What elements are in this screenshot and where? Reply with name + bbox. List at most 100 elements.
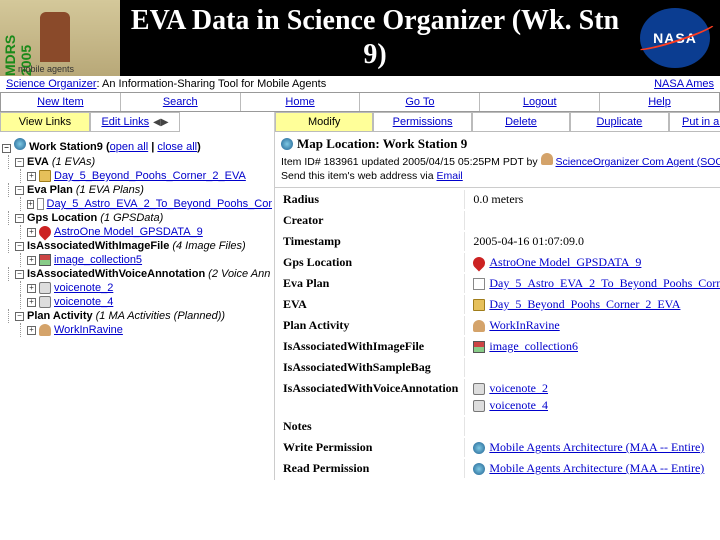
astronaut-figure-icon <box>40 12 70 62</box>
expand-icon[interactable]: + <box>27 228 36 237</box>
prop-value: Mobile Agents Architecture (MAA -- Entir… <box>467 459 720 478</box>
expand-icon[interactable]: + <box>27 200 34 209</box>
tree-group-isassociatedwithvoiceannotation[interactable]: −IsAssociatedWithVoiceAnnotation (2 Voic… <box>8 267 272 281</box>
tree-item[interactable]: +voicenote_2 <box>20 281 272 295</box>
action-permissions[interactable]: Permissions <box>373 112 471 132</box>
collapse-icon[interactable]: − <box>15 242 24 251</box>
agent-icon <box>541 153 553 165</box>
table-row: Plan ActivityWorkInRavine <box>277 316 720 335</box>
collapse-icon[interactable]: − <box>15 186 24 195</box>
prop-value <box>467 211 720 230</box>
tree-item[interactable]: +Day_5_Astro_EVA_2_To_Beyond_Poohs_Cor <box>20 197 272 211</box>
top-nav: New ItemSearchHomeGo ToLogoutHelp <box>0 92 720 112</box>
tree-group-eva[interactable]: −EVA (1 EVAs) <box>8 155 272 169</box>
nav-help[interactable]: Help <box>600 93 719 111</box>
prop-value: Day_5_Beyond_Poohs_Corner_2_EVA <box>467 295 720 314</box>
nasa-logo: NASA <box>630 0 720 76</box>
doc-icon <box>473 278 485 290</box>
prop-key: IsAssociatedWithImageFile <box>277 337 465 356</box>
value-link[interactable]: Day_5_Beyond_Poohs_Corner_2_EVA <box>489 297 680 312</box>
prop-value: voicenote_2 voicenote_4 <box>467 379 720 415</box>
app-desc: : An Information-Sharing Tool for Mobile… <box>97 78 327 90</box>
close-all-link[interactable]: close all <box>157 141 197 153</box>
person-icon <box>39 324 51 336</box>
table-row: Creator <box>277 211 720 230</box>
edit-links-button[interactable]: Edit Links◀▶ <box>90 112 180 132</box>
tree-item[interactable]: +Day_5_Beyond_Poohs_Corner_2_EVA <box>20 169 272 183</box>
nav-logout[interactable]: Logout <box>480 93 600 111</box>
expand-icon[interactable]: + <box>27 284 36 293</box>
table-row: IsAssociatedWithVoiceAnnotationvoicenote… <box>277 379 720 415</box>
prop-key: Read Permission <box>277 459 465 478</box>
img-icon <box>473 341 485 353</box>
tree-group-plan-activity[interactable]: −Plan Activity (1 MA Activities (Planned… <box>8 309 272 323</box>
collapse-icon[interactable]: − <box>15 312 24 321</box>
tree-group-isassociatedwithimagefile[interactable]: −IsAssociatedWithImageFile (4 Image File… <box>8 239 272 253</box>
collapse-icon[interactable]: − <box>15 158 24 167</box>
prop-value <box>467 417 720 436</box>
table-row: Eva PlanDay_5_Astro_EVA_2_To_Beyond_Pooh… <box>277 274 720 293</box>
nasa-ames-link[interactable]: NASA Ames <box>654 78 714 90</box>
nasa-swoosh-icon <box>634 17 718 54</box>
prop-key: Write Permission <box>277 438 465 457</box>
action-put-in-a-folder[interactable]: Put in a Folder <box>669 112 720 132</box>
tree-item[interactable]: +WorkInRavine <box>20 323 272 337</box>
table-row: Timestamp2005-04-16 01:07:09.0 <box>277 232 720 251</box>
tree-root[interactable]: − Work Station9 (open all | close all) <box>2 136 272 155</box>
prop-value: Mobile Agents Architecture (MAA -- Entir… <box>467 438 720 457</box>
tree-group-gps-location[interactable]: −Gps Location (1 GPSData) <box>8 211 272 225</box>
action-modify[interactable]: Modify <box>275 112 373 132</box>
action-delete[interactable]: Delete <box>472 112 570 132</box>
expand-icon[interactable]: + <box>27 256 36 265</box>
tree-item[interactable]: +AstroOne Model_GPSDATA_9 <box>20 225 272 239</box>
doc-icon <box>37 198 44 210</box>
folder-icon <box>39 170 51 182</box>
view-links-button[interactable]: View Links <box>0 112 90 132</box>
map-location-icon <box>281 138 293 150</box>
prop-value <box>467 358 720 377</box>
table-row: IsAssociatedWithImageFile image_collectio… <box>277 337 720 356</box>
email-line: Send this item's web address via Email <box>281 169 720 183</box>
nav-new-item[interactable]: New Item <box>1 93 121 111</box>
detail-header: Map Location: Work Station 9 Item ID# 18… <box>275 132 720 188</box>
table-row: Gps LocationAstroOne Model_GPSDATA_9 <box>277 253 720 272</box>
action-duplicate[interactable]: Duplicate <box>570 112 668 132</box>
value-link[interactable]: image_collection6 <box>489 339 578 354</box>
prop-value: image_collection6 <box>467 337 720 356</box>
value-link[interactable]: voicenote_4 <box>489 398 548 413</box>
table-row: IsAssociatedWithSampleBag <box>277 358 720 377</box>
open-all-link[interactable]: open all <box>110 141 149 153</box>
world-icon <box>473 463 485 475</box>
world-icon <box>473 442 485 454</box>
expand-icon[interactable]: + <box>27 298 36 307</box>
person-icon <box>473 320 485 332</box>
nav-arrows-icon[interactable]: ◀▶ <box>153 117 168 128</box>
nav-home[interactable]: Home <box>241 93 361 111</box>
collapse-icon[interactable]: − <box>2 144 11 153</box>
value-link[interactable]: voicenote_2 <box>489 381 548 396</box>
value-link[interactable]: WorkInRavine <box>489 318 559 333</box>
voice-icon <box>473 400 485 412</box>
table-row: Read Permission Mobile Agents Architectur… <box>277 459 720 478</box>
prop-key: Creator <box>277 211 465 230</box>
collapse-icon[interactable]: − <box>15 270 24 279</box>
tree-item[interactable]: +voicenote_4 <box>20 295 272 309</box>
value-link[interactable]: AstroOne Model_GPSDATA_9 <box>489 255 641 270</box>
updated-by-link[interactable]: ScienceOrganizer Com Agent (SOCA) <box>556 156 720 168</box>
send-email-link[interactable]: Email <box>437 170 463 182</box>
value-link[interactable]: Day_5_Astro_EVA_2_To_Beyond_Poohs_Corner… <box>489 276 720 291</box>
tree-item[interactable]: +image_collection5 <box>20 253 272 267</box>
science-organizer-link[interactable]: Science Organizer <box>6 78 97 90</box>
app-name-line: Science Organizer: An Information-Sharin… <box>6 78 326 90</box>
left-action-row: View Links Edit Links◀▶ <box>0 112 274 132</box>
value-link[interactable]: Mobile Agents Architecture (MAA -- Entir… <box>489 440 704 455</box>
table-row: Notes <box>277 417 720 436</box>
nav-go-to[interactable]: Go To <box>360 93 480 111</box>
collapse-icon[interactable]: − <box>15 214 24 223</box>
value-link[interactable]: Mobile Agents Architecture (MAA -- Entir… <box>489 461 704 476</box>
tree-group-eva-plan[interactable]: −Eva Plan (1 EVA Plans) <box>8 183 272 197</box>
expand-icon[interactable]: + <box>27 326 36 335</box>
nav-search[interactable]: Search <box>121 93 241 111</box>
globe-icon <box>14 138 26 150</box>
expand-icon[interactable]: + <box>27 172 36 181</box>
